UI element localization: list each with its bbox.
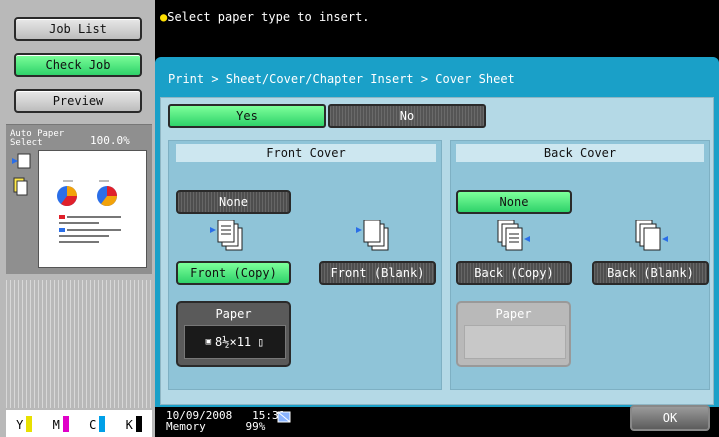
check-job-button[interactable]: Check Job xyxy=(14,53,142,77)
network-icon xyxy=(277,411,291,423)
front-copy-button[interactable]: Front (Copy) xyxy=(176,261,291,285)
back-copy-button[interactable]: Back (Copy) xyxy=(456,261,572,285)
back-cover-title: Back Cover xyxy=(456,144,704,162)
toner-c: C xyxy=(89,415,106,432)
front-blank-icon xyxy=(356,220,389,251)
front-blank-button[interactable]: Front (Blank) xyxy=(319,261,436,285)
page-thumbnail xyxy=(38,150,147,268)
back-paper-value xyxy=(464,325,566,359)
preview-button[interactable]: Preview xyxy=(14,89,142,113)
memory-value: 99% xyxy=(245,420,266,433)
no-button[interactable]: No xyxy=(328,104,486,128)
toner-m-label: M xyxy=(52,417,60,432)
memory-label: Memory xyxy=(166,420,206,433)
auto-paper-line2: Select xyxy=(10,138,43,148)
job-list-button[interactable]: Job List xyxy=(14,17,142,41)
toner-c-bar xyxy=(99,415,106,432)
back-blank-icon xyxy=(635,220,668,251)
toner-y: Y xyxy=(16,415,33,432)
instruction-text: Select paper type to insert. xyxy=(167,10,370,24)
toner-k-label: K xyxy=(125,417,133,432)
toner-k-bar xyxy=(135,415,142,432)
front-paper-value: ▣ 8½×11 ▯ xyxy=(184,325,286,359)
toner-c-label: C xyxy=(89,417,97,432)
yes-button[interactable]: Yes xyxy=(168,104,326,128)
front-paper-button[interactable]: Paper ▣ 8½×11 ▯ xyxy=(176,301,291,367)
front-none-button[interactable]: None xyxy=(176,190,291,214)
zoom-label: 100.0% xyxy=(90,134,130,147)
back-blank-button[interactable]: Back (Blank) xyxy=(592,261,709,285)
status-info: 10/09/2008 15:31 Memory 99% xyxy=(166,410,285,432)
toner-y-label: Y xyxy=(16,417,24,432)
back-paper-button[interactable]: Paper xyxy=(456,301,571,367)
toner-k: K xyxy=(125,415,142,432)
left-panel-filler xyxy=(6,280,152,408)
page-stack-icon xyxy=(12,153,31,196)
toner-m: M xyxy=(52,415,69,432)
front-cover-title: Front Cover xyxy=(176,144,436,162)
back-copy-icon xyxy=(497,220,530,251)
document-preview-icon xyxy=(57,180,121,243)
toner-levels: Y M C K xyxy=(6,410,152,437)
ok-button[interactable]: OK xyxy=(630,405,710,431)
toner-m-bar xyxy=(62,415,69,432)
front-paper-label: Paper xyxy=(215,307,252,321)
tray-icon: ▣ xyxy=(205,337,212,347)
front-paper-size: 8½×11 xyxy=(215,335,252,349)
toner-y-bar xyxy=(26,415,33,432)
instruction-message: ●Select paper type to insert. xyxy=(160,10,370,24)
breadcrumb: Print > Sheet/Cover/Chapter Insert > Cov… xyxy=(168,72,515,86)
back-none-button[interactable]: None xyxy=(456,190,572,214)
back-paper-label: Paper xyxy=(495,307,532,321)
auto-paper-label: Auto Paper Select xyxy=(10,130,64,148)
front-copy-icon xyxy=(210,220,243,251)
portrait-icon: ▯ xyxy=(257,335,265,349)
